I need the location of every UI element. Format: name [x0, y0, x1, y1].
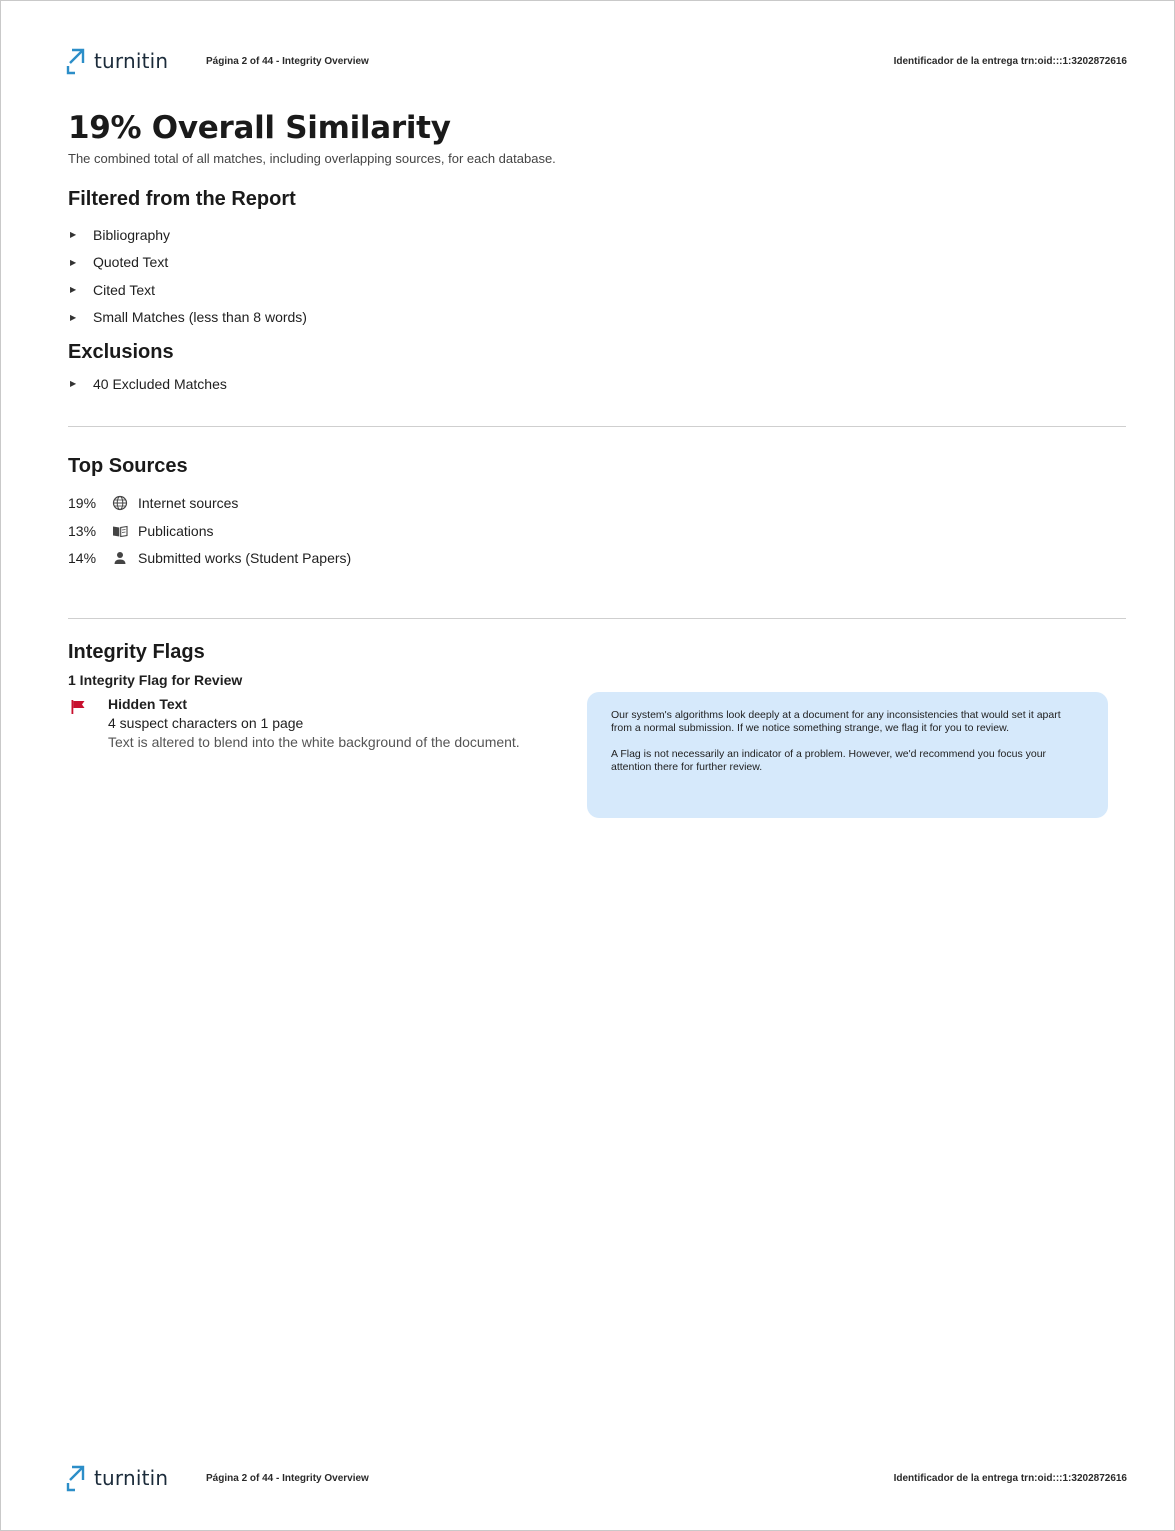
page-info: Página 2 of 44 - Integrity Overview [206, 1472, 369, 1484]
filtered-section: Filtered from the Report ▶ Bibliography ▶… [68, 188, 1126, 331]
caret-right-icon: ▶ [70, 285, 77, 295]
source-label: Publications [138, 522, 214, 539]
exclusions-section: Exclusions ▶ 40 Excluded Matches [68, 341, 1126, 398]
person-icon [114, 552, 126, 565]
integrity-flags-subheading: 1 Integrity Flag for Review [68, 672, 243, 688]
source-percent: 19% [68, 495, 97, 512]
top-sources-heading: Top Sources [68, 454, 188, 477]
source-label: Submitted works (Student Papers) [138, 550, 352, 567]
source-row-submitted: 14% Submitted works (Student Papers) [68, 545, 1126, 573]
logo-text: turnitin [94, 1466, 169, 1490]
exclusion-item-label: 40 Excluded Matches [93, 375, 227, 392]
filtered-heading: Filtered from the Report [68, 188, 296, 210]
submission-id: Identificador de la entrega trn:oid:::1:… [893, 55, 1127, 67]
turnitin-logo-icon [66, 1465, 85, 1492]
exclusions-list: ▶ 40 Excluded Matches [68, 370, 1126, 398]
source-label: Internet sources [138, 495, 239, 512]
list-item: ▶ Bibliography [68, 221, 1126, 249]
caret-right-icon: ▶ [70, 379, 77, 389]
flag-title: Hidden Text [108, 696, 188, 712]
report-content: 19% Overall Similarity The combined tota… [68, 108, 1126, 750]
turnitin-logo-icon [66, 48, 85, 75]
info-paragraph: Our system's algorithms look deeply at a… [611, 709, 1061, 734]
flag-info-box: Our system's algorithms look deeply at a… [587, 692, 1108, 818]
overall-similarity-subtitle: The combined total of all matches, inclu… [68, 151, 556, 166]
filtered-list: ▶ Bibliography ▶ Quoted Text ▶ Cited Text ▶… [68, 221, 1126, 331]
filtered-item-label: Small Matches (less than 8 words) [93, 309, 307, 326]
caret-right-icon: ▶ [70, 312, 77, 322]
flag-details: Hidden Text 4 suspect characters on 1 pa… [108, 696, 520, 750]
list-item: ▶ Cited Text [68, 276, 1126, 304]
submission-id: Identificador de la entrega trn:oid:::1:… [893, 1472, 1127, 1484]
source-row-internet: 19% Internet sources [68, 490, 1126, 518]
list-item: ▶ Quoted Text [68, 249, 1126, 277]
source-percent: 14% [68, 550, 97, 567]
page-footer: turnitin Página 2 of 44 - Integrity Over… [66, 1461, 1127, 1495]
page-info: Página 2 of 44 - Integrity Overview [206, 55, 369, 67]
filtered-item-label: Bibliography [93, 226, 171, 243]
flag-icon [71, 700, 85, 714]
page-header: turnitin Página 2 of 44 - Integrity Over… [66, 44, 1127, 78]
info-paragraph: A Flag is not necessarily an indicator o… [611, 748, 1047, 773]
section-divider [68, 618, 1126, 619]
turnitin-logo: turnitin [66, 1463, 206, 1493]
turnitin-logo: turnitin [66, 46, 206, 76]
book-icon [113, 525, 128, 537]
source-row-publications: 13% Publications [68, 517, 1126, 545]
filtered-item-label: Cited Text [93, 281, 155, 298]
integrity-flags-heading: Integrity Flags [68, 641, 205, 663]
caret-right-icon: ▶ [70, 257, 77, 267]
exclusions-heading: Exclusions [68, 341, 174, 363]
flag-description: Text is altered to blend into the white … [108, 734, 520, 750]
logo-text: turnitin [94, 49, 169, 73]
flag-count: 4 suspect characters on 1 page [108, 715, 304, 731]
top-sources-list: 19% Internet sources 13% Publications 14… [68, 490, 1126, 573]
source-percent: 13% [68, 522, 97, 539]
section-divider [68, 425, 1126, 427]
top-sources-section: Top Sources 19% Internet sources 13% Pub… [68, 455, 1126, 573]
globe-icon [112, 496, 128, 511]
caret-right-icon: ▶ [70, 230, 77, 240]
list-item: ▶ Small Matches (less than 8 words) [68, 304, 1126, 332]
list-item: ▶ 40 Excluded Matches [68, 370, 1126, 398]
overall-similarity-title: 19% Overall Similarity [68, 110, 451, 146]
filtered-item-label: Quoted Text [93, 254, 169, 271]
